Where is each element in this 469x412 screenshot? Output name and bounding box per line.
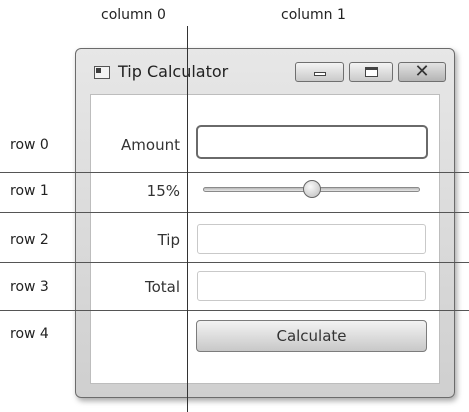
row-4-annotation: row 4 bbox=[10, 326, 49, 342]
row-divider-line bbox=[0, 172, 469, 173]
total-output bbox=[197, 271, 426, 301]
row-0-annotation: row 0 bbox=[10, 137, 49, 153]
close-button[interactable]: ✕ bbox=[398, 61, 446, 82]
total-label: Total bbox=[144, 278, 180, 296]
row-3-annotation: row 3 bbox=[10, 279, 49, 295]
row-divider-line bbox=[0, 310, 469, 311]
row-1-annotation: row 1 bbox=[10, 183, 49, 199]
maximize-button[interactable] bbox=[349, 62, 393, 82]
title-bar[interactable]: Tip Calculator ✕ bbox=[76, 49, 454, 93]
tip-percent-label: 15% bbox=[146, 182, 180, 200]
tip-percent-slider-thumb[interactable] bbox=[302, 180, 321, 198]
maximize-icon bbox=[365, 67, 378, 77]
calculate-button[interactable]: Calculate bbox=[196, 320, 427, 352]
window-title: Tip Calculator bbox=[118, 62, 229, 81]
column-0-annotation: column 0 bbox=[101, 7, 166, 23]
column-divider-line bbox=[187, 26, 188, 412]
row-2-annotation: row 2 bbox=[10, 232, 49, 248]
minimize-button[interactable] bbox=[295, 62, 344, 82]
amount-input[interactable] bbox=[196, 125, 428, 159]
window-app-icon bbox=[94, 66, 110, 79]
minimize-icon bbox=[314, 72, 326, 76]
row-divider-line bbox=[0, 262, 469, 263]
tip-label: Tip bbox=[157, 231, 180, 249]
tip-output bbox=[197, 224, 426, 254]
column-1-annotation: column 1 bbox=[281, 7, 346, 23]
amount-label: Amount bbox=[121, 136, 180, 154]
close-icon: ✕ bbox=[414, 61, 430, 82]
row-divider-line bbox=[0, 212, 469, 213]
